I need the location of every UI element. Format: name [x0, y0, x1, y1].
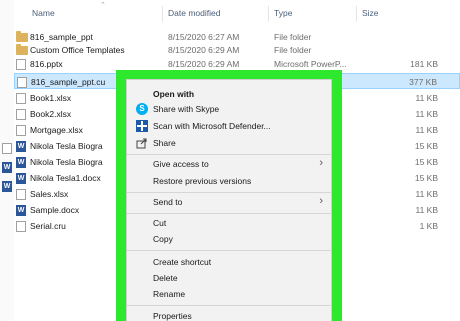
folder-icon [16, 31, 28, 42]
menu-item-label: Scan with Microsoft Defender... [153, 121, 271, 131]
column-header-size[interactable]: Size [362, 8, 379, 18]
word-icon: W [2, 162, 12, 173]
menu-item-properties[interactable]: Properties [127, 307, 331, 321]
file-size: 15 KB [414, 141, 438, 151]
file-name: Nikola Tesla1.docx [30, 173, 101, 183]
menu-item-label: Share with Skype [153, 104, 220, 114]
file-name: Nikola Tesla Biogra [30, 141, 103, 151]
column-divider[interactable] [162, 6, 163, 22]
menu-separator [127, 250, 331, 251]
file-name: 816.pptx [30, 59, 63, 69]
menu-item-share-skype[interactable]: S Share with Skype [127, 100, 331, 117]
file-size: 11 KB [415, 189, 438, 199]
document-icon [16, 59, 26, 70]
document-icon [16, 221, 26, 232]
file-type: Microsoft PowerP... [274, 59, 347, 69]
menu-item-label: Delete [153, 273, 178, 283]
file-size: 15 KB [414, 157, 438, 167]
document-icon [16, 93, 26, 104]
menu-separator [127, 305, 331, 306]
file-name: Mortgage.xlsx [30, 125, 83, 135]
chevron-right-icon: › [319, 157, 323, 169]
file-size: 11 KB [415, 109, 438, 119]
folder-icon [16, 44, 28, 55]
file-date: 8/15/2020 6:29 AM [168, 59, 240, 69]
file-name: Book1.xlsx [30, 93, 72, 103]
menu-item-delete[interactable]: Delete [127, 269, 331, 286]
menu-item-label: Send to [153, 197, 183, 207]
menu-item-label: Open with [153, 89, 195, 99]
menu-item-restore-versions[interactable]: Restore previous versions [127, 172, 331, 189]
skype-icon: S [136, 103, 148, 115]
file-size: 1 KB [419, 221, 438, 231]
word-icon: W [2, 181, 12, 192]
document-icon [2, 143, 12, 154]
column-header-type[interactable]: Type [274, 8, 292, 18]
menu-item-label: Share [153, 138, 176, 148]
document-icon [16, 125, 26, 136]
column-divider[interactable] [356, 6, 357, 22]
file-size: 11 KB [415, 93, 438, 103]
defender-shield-icon [136, 120, 148, 132]
file-name: Nikola Tesla Biogra [30, 157, 103, 167]
file-size: 11 KB [415, 205, 438, 215]
file-size: 377 KB [409, 77, 437, 87]
column-header-date[interactable]: Date modified [168, 8, 220, 18]
menu-item-label: Rename [153, 289, 186, 299]
menu-item-label: Cut [153, 218, 167, 228]
chevron-right-icon: › [319, 195, 323, 207]
file-type: File folder [274, 32, 312, 42]
menu-item-label: Restore previous versions [153, 176, 252, 186]
navigation-pane-strip: W W [0, 0, 14, 321]
file-name: Sample.docx [30, 205, 80, 215]
file-type: File folder [274, 45, 312, 55]
document-icon [16, 109, 26, 120]
file-name: Sales.xlsx [30, 189, 69, 199]
menu-item-send-to[interactable]: Send to › [127, 193, 331, 210]
file-name: Serial.cru [30, 221, 66, 231]
context-menu: Open with S Share with Skype Scan with M… [126, 79, 332, 321]
file-name: Book2.xlsx [30, 109, 72, 119]
word-icon: W [16, 157, 26, 168]
menu-item-label: Give access to [153, 159, 209, 169]
menu-item-label: Copy [153, 234, 173, 244]
column-divider[interactable] [268, 6, 269, 22]
menu-item-label: Create shortcut [153, 257, 212, 267]
file-size: 11 KB [415, 125, 438, 135]
menu-item-cut[interactable]: Cut [127, 214, 331, 231]
column-header-row: ⌃ Name Date modified Type Size [0, 0, 460, 28]
document-icon [17, 77, 27, 88]
share-icon [136, 137, 148, 149]
menu-item-give-access[interactable]: Give access to › [127, 155, 331, 172]
menu-item-create-shortcut[interactable]: Create shortcut [127, 253, 331, 270]
menu-item-label: Properties [153, 311, 192, 321]
word-icon: W [16, 205, 26, 216]
menu-item-copy[interactable]: Copy [127, 230, 331, 247]
menu-item-scan-defender[interactable]: Scan with Microsoft Defender... [127, 117, 331, 134]
column-header-name[interactable]: Name [32, 8, 55, 18]
file-size: 181 KB [410, 59, 438, 69]
menu-item-rename[interactable]: Rename [127, 285, 331, 302]
menu-item-share[interactable]: Share [127, 134, 331, 151]
file-date: 8/15/2020 6:27 AM [168, 32, 240, 42]
file-name: Custom Office Templates [30, 45, 125, 55]
file-name: 816_sample_ppt [30, 32, 93, 42]
sort-caret-icon: ⌃ [100, 2, 106, 9]
document-icon [16, 189, 26, 200]
word-icon: W [16, 173, 26, 184]
file-date: 8/15/2020 6:29 AM [168, 45, 240, 55]
file-size: 15 KB [414, 173, 438, 183]
word-icon: W [16, 141, 26, 152]
